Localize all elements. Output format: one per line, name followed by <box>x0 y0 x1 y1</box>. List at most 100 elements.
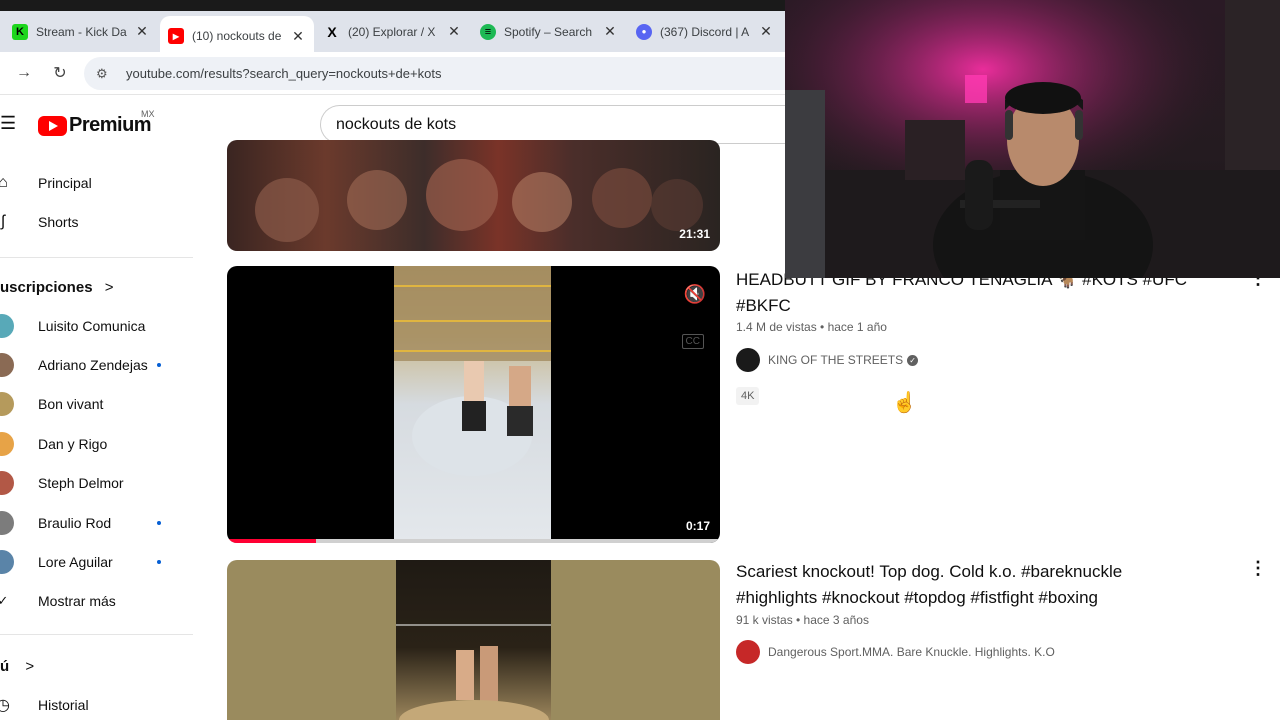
fight-frame-art <box>396 624 551 720</box>
sidebar-item-label: Lore Aguilar <box>38 554 113 570</box>
sidebar-item-label: Historial <box>38 697 89 713</box>
sidebar-item-label: Braulio Rod <box>38 515 112 531</box>
tab-title: (10) nockouts de <box>192 29 282 43</box>
channel-name: Dangerous Sport.MMA. Bare Knuckle. Highl… <box>768 645 1055 659</box>
url-text: youtube.com/results?search_query=nockout… <box>126 66 442 81</box>
spotify-icon: ≡ <box>480 23 496 40</box>
sidebar-item-subscription[interactable]: Bon vivant <box>0 384 195 424</box>
progress-track[interactable] <box>227 539 720 543</box>
chevron-right-icon: > <box>25 658 35 675</box>
youtube-logo[interactable]: Premium <box>38 114 152 137</box>
close-tab-icon[interactable]: ✕ <box>290 28 306 45</box>
video-thumbnail[interactable]: 21:31 <box>227 140 720 251</box>
chevron-down-icon: ✓ <box>0 593 9 608</box>
video-meta: 91 k vistas • hace 3 años <box>736 613 869 627</box>
video-thumbnail[interactable] <box>227 560 720 720</box>
sidebar-item-history[interactable]: ◷ Historial <box>0 685 195 720</box>
video-meta: 1.4 M de vistas • hace 1 año <box>736 320 887 334</box>
captions-icon[interactable]: CC <box>681 334 704 349</box>
logo-premium-text: Premium <box>69 114 152 136</box>
channel-name: KING OF THE STREETS <box>768 353 904 367</box>
reload-icon[interactable]: ↻ <box>42 55 78 91</box>
youtube-play-icon <box>38 115 67 136</box>
window-top-bar <box>0 0 785 11</box>
divider <box>0 257 193 258</box>
you-heading[interactable]: ú > <box>0 658 34 675</box>
video-title[interactable]: Scariest knockout! Top dog. Cold k.o. #b… <box>736 559 1236 611</box>
progress-fill <box>227 539 316 543</box>
kick-icon: K <box>12 23 28 40</box>
thumbnail-art <box>255 159 703 242</box>
sidebar: ⌂ Principal ʃ Shorts uscripciones > Luis… <box>0 153 200 720</box>
search-value: nockouts de kots <box>336 115 457 133</box>
forward-icon[interactable]: → <box>6 55 42 91</box>
close-tab-icon[interactable]: ✕ <box>134 23 150 40</box>
new-content-dot <box>157 363 161 367</box>
avatar <box>0 353 14 377</box>
show-more-button[interactable]: ✓ Mostrar más <box>0 581 195 621</box>
sidebar-item-subscription[interactable]: Adriano Zendejas <box>0 345 195 385</box>
avatar <box>0 550 14 574</box>
channel-avatar <box>736 348 760 372</box>
webcam-scene <box>785 0 1280 278</box>
channel-link[interactable]: KING OF THE STREETS ✓ <box>736 348 919 372</box>
discord-icon: ● <box>636 23 652 40</box>
tab-discord[interactable]: ● (367) Discord | A ✕ <box>628 16 782 48</box>
address-bar: → ↻ ⚙ youtube.com/results?search_query=n… <box>0 52 785 95</box>
sidebar-item-subscription[interactable]: Dan y Rigo <box>0 424 195 464</box>
avatar <box>0 471 14 495</box>
sidebar-item-label: Shorts <box>38 214 79 230</box>
quality-badge: 4K <box>736 387 760 405</box>
video-duration: 0:17 <box>685 519 710 533</box>
webcam-overlay <box>785 0 1280 278</box>
mute-icon[interactable]: 🔇 <box>684 284 706 305</box>
avatar <box>0 511 14 535</box>
history-icon: ◷ <box>0 697 10 714</box>
video-frame <box>394 266 551 543</box>
site-settings-icon[interactable]: ⚙ <box>96 66 114 82</box>
sidebar-item-label: Mostrar más <box>38 593 116 609</box>
fight-frame-art <box>394 266 551 476</box>
tab-title: (20) Explorar / X <box>348 24 436 39</box>
close-tab-icon[interactable]: ✕ <box>446 23 462 40</box>
channel-avatar <box>736 640 760 664</box>
sidebar-item-label: Adriano Zendejas <box>38 357 148 373</box>
x-icon: X <box>327 23 337 40</box>
video-title-line: #highlights #knockout #topdog #fistfight… <box>736 588 1098 607</box>
new-content-dot <box>157 560 161 564</box>
video-title-line: Scariest knockout! Top dog. Cold k.o. #b… <box>736 562 1123 581</box>
divider <box>0 634 193 635</box>
close-tab-icon[interactable]: ✕ <box>758 23 774 40</box>
close-tab-icon[interactable]: ✕ <box>602 23 618 40</box>
sidebar-item-shorts[interactable]: ʃ Shorts <box>0 202 195 242</box>
url-input[interactable]: ⚙ youtube.com/results?search_query=nocko… <box>84 57 785 90</box>
tab-title: Stream - Kick Da <box>36 24 127 39</box>
shorts-icon: ʃ <box>1 213 5 230</box>
more-options-icon[interactable]: ⋮ <box>1249 558 1267 579</box>
country-code: MX <box>141 109 155 119</box>
sidebar-item-principal[interactable]: ⌂ Principal <box>0 163 195 203</box>
avatar <box>0 314 14 338</box>
subscriptions-title: uscripciones <box>0 279 93 296</box>
tab-strip: K Stream - Kick Da ✕ ▶ (10) nockouts de … <box>0 11 785 57</box>
sidebar-item-subscription[interactable]: Braulio Rod <box>0 503 195 543</box>
video-title-line: #BKFC <box>736 296 791 315</box>
subscriptions-heading[interactable]: uscripciones > <box>0 279 113 296</box>
sidebar-item-subscription[interactable]: Lore Aguilar <box>0 542 195 582</box>
home-icon: ⌂ <box>0 174 8 191</box>
menu-icon[interactable]: ☰ <box>0 113 16 134</box>
verified-icon: ✓ <box>907 354 919 366</box>
you-title: ú <box>0 658 10 675</box>
tab-youtube[interactable]: ▶ (10) nockouts de ✕ <box>160 15 314 57</box>
video-thumbnail-playing[interactable]: 🔇 CC 0:17 <box>227 266 720 543</box>
sidebar-item-subscription[interactable]: Steph Delmor <box>0 463 195 503</box>
sidebar-item-subscription[interactable]: Luisito Comunica <box>0 306 195 346</box>
youtube-icon: ▶ <box>168 28 184 44</box>
avatar <box>0 432 14 456</box>
channel-link[interactable]: Dangerous Sport.MMA. Bare Knuckle. Highl… <box>736 640 1055 664</box>
search-input[interactable]: nockouts de kots <box>320 105 790 144</box>
avatar <box>0 392 14 416</box>
tab-x[interactable]: X (20) Explorar / X ✕ <box>316 16 470 48</box>
tab-spotify[interactable]: ≡ Spotify – Search ✕ <box>472 16 626 48</box>
tab-kick[interactable]: K Stream - Kick Da ✕ <box>4 16 158 48</box>
